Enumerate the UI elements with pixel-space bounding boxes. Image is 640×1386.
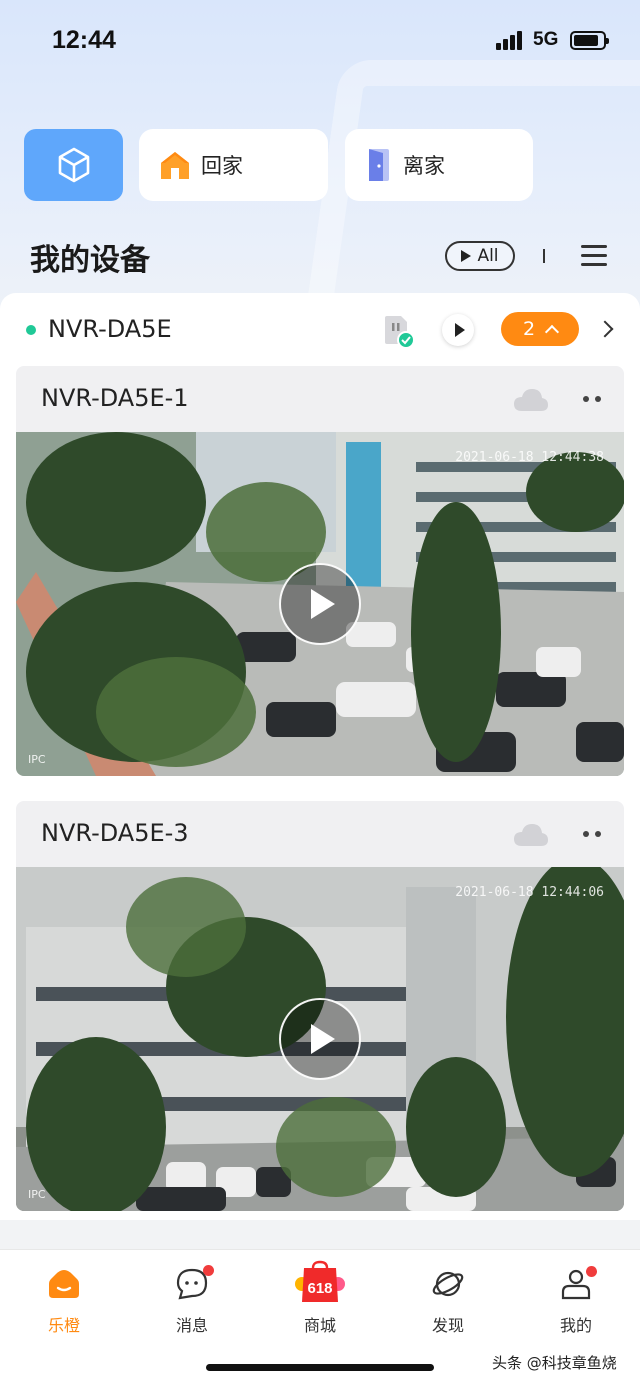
play-icon bbox=[454, 323, 465, 337]
scene-away-label: 离家 bbox=[403, 154, 445, 178]
scene-home-label: 回家 bbox=[201, 154, 243, 178]
status-bar: 12:44 5G bbox=[0, 0, 640, 80]
tab-label: 我的 bbox=[559, 1316, 592, 1335]
online-status-dot bbox=[26, 325, 36, 335]
tab-label: 商城 bbox=[303, 1316, 336, 1335]
scene-cube-button[interactable] bbox=[24, 129, 123, 201]
channel-count: 2 bbox=[522, 318, 536, 340]
camera-label: IPC bbox=[28, 753, 46, 766]
cloud-icon[interactable] bbox=[512, 821, 550, 847]
header-divider bbox=[543, 249, 545, 263]
tab-lechange[interactable]: 乐橙 bbox=[14, 1268, 114, 1338]
camera-title-bar: NVR-DA5E-3 bbox=[16, 801, 624, 867]
device-panel: NVR-DA5E 2 NVR-DA5E-1 2021-06-18 12:44:3… bbox=[0, 293, 640, 1220]
tab-label: 消息 bbox=[175, 1316, 208, 1335]
camera-card: NVR-DA5E-3 2021-06-18 12:44:06 IPC bbox=[16, 801, 624, 1211]
storage-status-icon[interactable] bbox=[383, 315, 415, 349]
menu-icon[interactable] bbox=[581, 245, 607, 267]
shop-badge-text: 618 bbox=[307, 1280, 332, 1297]
planet-icon bbox=[432, 1271, 464, 1297]
camera-preview[interactable]: 2021-06-18 12:44:38 IPC bbox=[16, 432, 624, 776]
camera-card: NVR-DA5E-1 2021-06-18 12:44:38 IPC bbox=[16, 366, 624, 776]
camera-play-button[interactable] bbox=[279, 998, 361, 1080]
tab-label: 乐橙 bbox=[47, 1316, 80, 1335]
play-all-icon bbox=[461, 250, 472, 262]
signal-icon bbox=[496, 30, 526, 50]
page-title: 我的设备 bbox=[30, 243, 150, 278]
cube-icon bbox=[58, 147, 89, 183]
camera-timestamp: 2021-06-18 12:44:38 bbox=[455, 450, 604, 465]
camera-name: NVR-DA5E-3 bbox=[41, 819, 189, 847]
profile-badge bbox=[586, 1266, 597, 1277]
home-indicator[interactable] bbox=[206, 1364, 434, 1371]
lechange-home-icon bbox=[49, 1270, 79, 1298]
status-time: 12:44 bbox=[52, 26, 116, 54]
tab-profile[interactable]: 我的 bbox=[526, 1266, 626, 1338]
chevron-up-icon bbox=[544, 324, 560, 339]
tab-shop[interactable]: 618 商城 bbox=[270, 1260, 370, 1338]
house-icon bbox=[161, 152, 189, 179]
door-icon bbox=[369, 149, 389, 181]
network-type: 5G bbox=[533, 29, 559, 50]
message-badge bbox=[203, 1265, 214, 1276]
more-options-icon[interactable] bbox=[583, 831, 603, 837]
play-icon bbox=[311, 589, 335, 619]
camera-preview[interactable]: 2021-06-18 12:44:06 IPC bbox=[16, 867, 624, 1211]
filter-all-button[interactable]: All bbox=[445, 241, 515, 271]
scene-row: 回家 离家 bbox=[24, 129, 624, 201]
scene-home-button[interactable]: 回家 bbox=[139, 129, 328, 201]
device-header[interactable]: NVR-DA5E 2 bbox=[0, 293, 640, 365]
more-options-icon[interactable] bbox=[583, 396, 603, 402]
device-play-button[interactable] bbox=[442, 314, 474, 346]
battery-icon bbox=[570, 31, 609, 50]
camera-label: IPC bbox=[28, 1188, 46, 1201]
filter-all-label: All bbox=[477, 246, 499, 266]
watermark: 头条 @科技章鱼烧 bbox=[492, 1354, 617, 1372]
camera-play-button[interactable] bbox=[279, 563, 361, 645]
channel-count-toggle[interactable]: 2 bbox=[501, 312, 579, 346]
camera-title-bar: NVR-DA5E-1 bbox=[16, 366, 624, 432]
tab-label: 发现 bbox=[431, 1316, 464, 1335]
camera-timestamp: 2021-06-18 12:44:06 bbox=[455, 885, 604, 900]
device-name: NVR-DA5E bbox=[48, 315, 172, 343]
tab-discover[interactable]: 发现 bbox=[398, 1268, 498, 1338]
chevron-right-icon[interactable] bbox=[596, 320, 614, 338]
cloud-icon[interactable] bbox=[512, 386, 550, 412]
tab-messages[interactable]: 消息 bbox=[142, 1265, 242, 1338]
play-icon bbox=[311, 1024, 335, 1054]
scene-away-button[interactable]: 离家 bbox=[345, 129, 533, 201]
shop-618-icon: 618 bbox=[295, 1260, 345, 1302]
camera-name: NVR-DA5E-1 bbox=[41, 384, 189, 412]
